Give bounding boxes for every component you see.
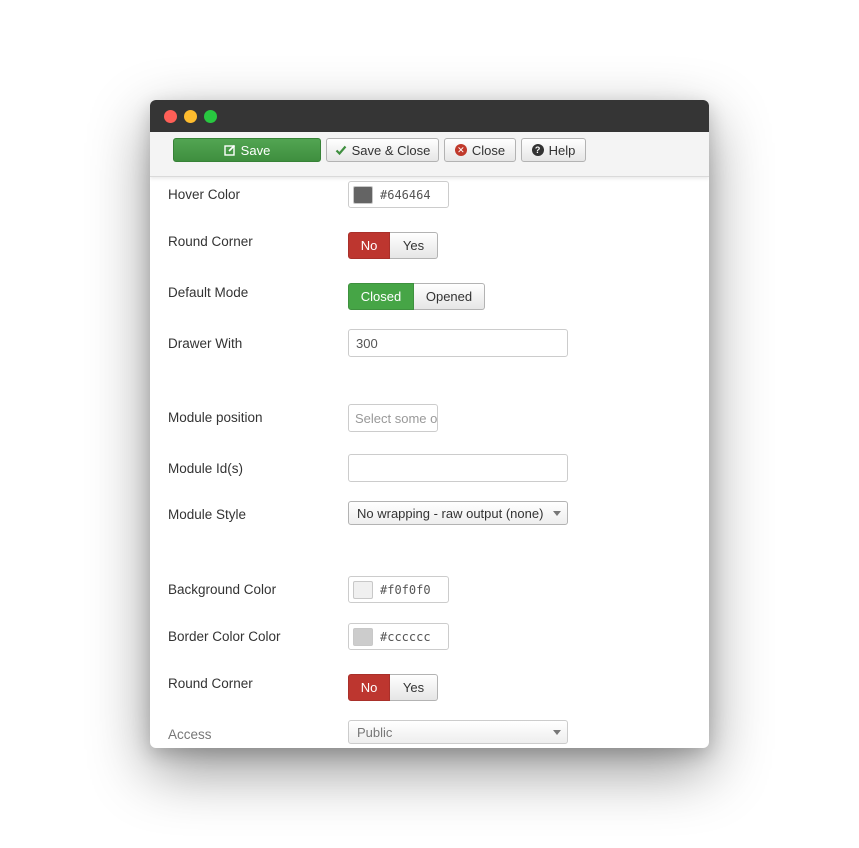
drawer-with-label: Drawer With (168, 336, 243, 351)
module-style-value: No wrapping - raw output (none) (357, 506, 544, 521)
edit-icon (223, 144, 236, 156)
module-style-select[interactable]: No wrapping - raw output (none) (348, 501, 568, 525)
round-corner-2-toggle: No Yes (348, 674, 438, 701)
round-corner-2-label: Round Corner (168, 676, 253, 691)
chevron-down-icon (553, 511, 561, 516)
hover-color-value: #646464 (380, 188, 431, 202)
round-corner-yes-option[interactable]: Yes (390, 232, 438, 259)
title-bar (150, 100, 709, 132)
chevron-down-icon (553, 730, 561, 735)
help-button-label: Help (548, 142, 576, 158)
save-close-button[interactable]: Save & Close (326, 138, 439, 162)
drawer-with-input[interactable]: 300 (348, 329, 568, 357)
close-window-icon[interactable] (164, 110, 177, 123)
checkmark-icon (335, 144, 347, 156)
access-label: Access (168, 727, 212, 742)
default-mode-label: Default Mode (168, 285, 249, 300)
access-select[interactable]: Public (348, 720, 568, 744)
background-color-field[interactable]: #f0f0f0 (348, 576, 449, 603)
question-circle-icon: ? (531, 144, 544, 156)
module-ids-label: Module Id(s) (168, 461, 244, 476)
cancel-circle-icon: ✕ (454, 144, 467, 156)
module-position-select[interactable]: Select some o (348, 404, 438, 432)
border-color-label: Border Color Color (168, 629, 281, 644)
round-corner-label: Round Corner (168, 234, 253, 249)
save-close-button-label: Save & Close (351, 142, 431, 158)
minimize-window-icon[interactable] (184, 110, 197, 123)
module-style-label: Module Style (168, 507, 247, 522)
save-button-label: Save (240, 142, 271, 158)
close-button-label: Close (471, 142, 506, 158)
zoom-window-icon[interactable] (204, 110, 217, 123)
round-corner-2-no-option[interactable]: No (348, 674, 390, 701)
default-mode-closed-option[interactable]: Closed (348, 283, 414, 310)
border-color-swatch[interactable] (353, 628, 373, 646)
border-color-value: #cccccc (380, 630, 431, 644)
editor-window: Save Save & Close ✕ Close ? Help Hover C… (150, 100, 709, 748)
module-ids-input[interactable] (348, 454, 568, 482)
access-value: Public (357, 725, 393, 740)
settings-form: Hover Color #646464 Round Corner No Yes … (150, 176, 709, 748)
hover-color-label: Hover Color (168, 187, 241, 202)
background-color-swatch[interactable] (353, 581, 373, 599)
hover-color-swatch[interactable] (353, 186, 373, 204)
background-color-label: Background Color (168, 582, 277, 597)
round-corner-no-option[interactable]: No (348, 232, 390, 259)
round-corner-2-yes-option[interactable]: Yes (390, 674, 438, 701)
border-color-field[interactable]: #cccccc (348, 623, 449, 650)
help-button[interactable]: ? Help (521, 138, 586, 162)
save-button[interactable]: Save (173, 138, 321, 162)
round-corner-toggle: No Yes (348, 232, 438, 259)
close-button[interactable]: ✕ Close (444, 138, 516, 162)
toolbar: Save Save & Close ✕ Close ? Help (150, 132, 709, 177)
background-color-value: #f0f0f0 (380, 583, 431, 597)
default-mode-toggle: Closed Opened (348, 283, 485, 310)
default-mode-opened-option[interactable]: Opened (414, 283, 485, 310)
hover-color-field[interactable]: #646464 (348, 181, 449, 208)
module-position-label: Module position (168, 410, 263, 425)
